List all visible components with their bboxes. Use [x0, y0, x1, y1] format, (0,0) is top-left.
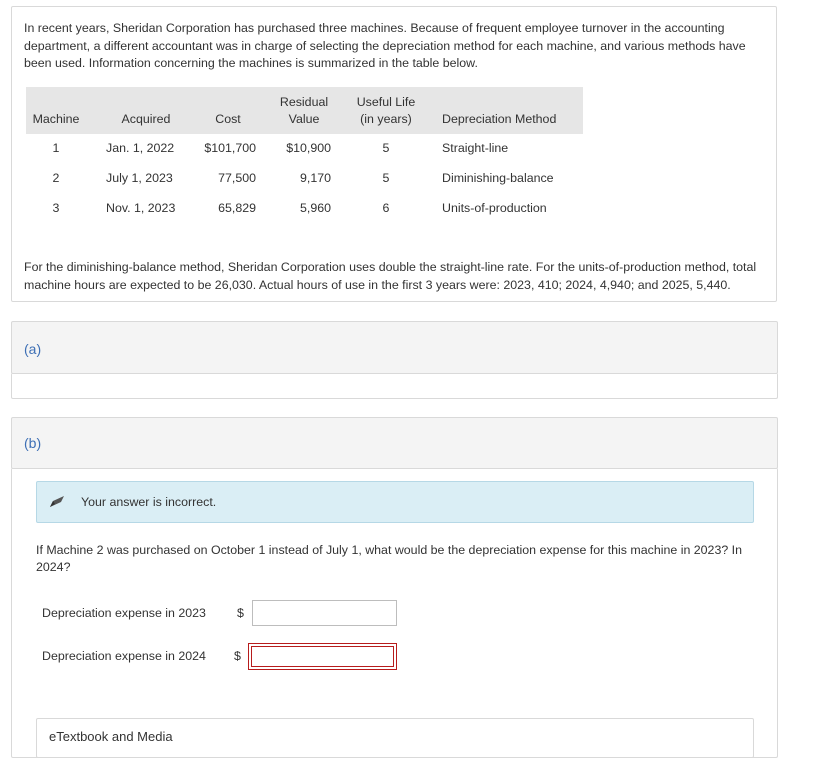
table-cell-method: Straight-line — [442, 141, 509, 155]
table-cell-cost: $101,700 — [204, 141, 256, 155]
question-text: If Machine 2 was purchased on October 1 … — [36, 543, 743, 574]
problem-statement: In recent years, Sheridan Corporation ha… — [11, 6, 777, 302]
depreciation-2023-label: Depreciation expense in 2023 — [42, 606, 206, 620]
table-cell-method: Units-of-production — [442, 201, 547, 215]
depreciation-2024-input[interactable] — [248, 643, 397, 670]
table-cell-machine: 3 — [52, 201, 60, 215]
part-a-label: (a) — [24, 341, 42, 357]
incorrect-answer-alert: Your answer is incorrect. — [36, 481, 754, 523]
table-cell-acquired: Nov. 1, 2023 — [106, 201, 176, 215]
currency-symbol: $ — [234, 649, 241, 663]
header-residual-line1: Residual — [279, 95, 329, 109]
table-cell-life: 6 — [382, 201, 390, 215]
table-cell-residual: 9,170 — [299, 171, 331, 185]
part-b-label: (b) — [24, 435, 42, 451]
method-note: For the diminishing-balance method, Sher… — [24, 260, 757, 292]
etextbook-media-label: eTextbook and Media — [49, 729, 173, 744]
depreciation-2024-label: Depreciation expense in 2024 — [42, 649, 206, 663]
table-cell-cost: 77,500 — [218, 171, 256, 185]
table-cell-cost: 65,829 — [218, 201, 256, 215]
table-cell-machine: 2 — [52, 171, 60, 185]
table-cell-life: 5 — [382, 141, 390, 155]
table-cell-acquired: July 1, 2023 — [106, 171, 173, 185]
table-cell-life: 5 — [382, 171, 390, 185]
header-life-line1: Useful Life — [356, 95, 416, 109]
depreciation-2023-input[interactable] — [252, 600, 397, 626]
part-b-header[interactable]: (b) — [11, 417, 778, 469]
table-cell-residual: $10,900 — [286, 141, 331, 155]
etextbook-media-panel[interactable]: eTextbook and Media — [36, 718, 754, 758]
header-life-line2: (in years) — [360, 112, 412, 126]
header-acquired: Acquired — [121, 112, 171, 126]
table-cell-residual: 5,960 — [299, 201, 331, 215]
table-cell-machine: 1 — [52, 141, 60, 155]
alert-message: Your answer is incorrect. — [81, 495, 217, 509]
pencil-icon — [50, 496, 64, 507]
header-residual-line2: Value — [288, 112, 320, 126]
currency-symbol: $ — [237, 606, 244, 620]
table-cell-acquired: Jan. 1, 2022 — [106, 141, 175, 155]
table-cell-method: Diminishing-balance — [442, 171, 554, 185]
intro-text: In recent years, Sheridan Corporation ha… — [24, 21, 746, 70]
header-cost: Cost — [215, 112, 241, 126]
part-a-header[interactable]: (a) — [11, 321, 778, 374]
part-a-body — [11, 373, 778, 399]
header-method: Depreciation Method — [442, 112, 557, 126]
header-machine: Machine — [32, 112, 80, 126]
